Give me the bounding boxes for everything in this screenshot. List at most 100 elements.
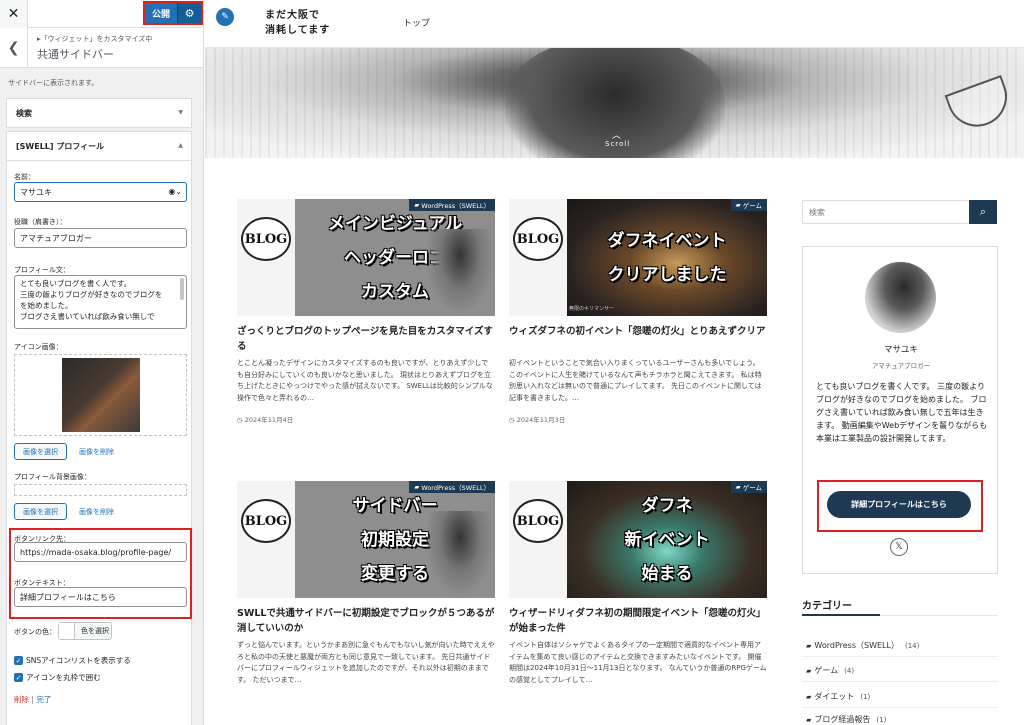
search-button[interactable]: ⌕: [969, 200, 997, 224]
divider: [802, 656, 998, 657]
thumb-character-image: [425, 229, 495, 316]
pencil-icon: ✎: [221, 12, 229, 22]
category-heading: カテゴリー: [802, 601, 852, 612]
folder-icon: ▰: [735, 201, 743, 209]
role-label: 役職（肩書き）：: [14, 218, 67, 226]
category-badge[interactable]: ▰ WordPress（SWELL）: [409, 481, 495, 493]
category-count: (1): [860, 693, 871, 701]
delete-bg-image-link[interactable]: 画像を削除: [79, 507, 114, 517]
thumb-logo-area: BLOG: [509, 199, 567, 316]
icon-image-label: アイコン画像：: [14, 343, 63, 351]
publish-highlight: 公開 ⚙: [143, 1, 203, 25]
category-badge-label: WordPress（SWELL）: [421, 202, 490, 210]
post-thumbnail[interactable]: BLOG ダフネ 新イベント 始まる ▰ ゲーム: [509, 481, 767, 598]
thumb-title: ダフネ 新イベント 始まる: [624, 495, 710, 584]
post-thumbnail[interactable]: BLOG メインビジュアル ヘッダーロゴ カスタム ▰ WordPress（SW…: [237, 199, 495, 316]
color-picker-button[interactable]: 色を選択: [58, 622, 112, 640]
bg-image-label: プロフィール背景画像：: [14, 473, 91, 481]
round-frame-checkbox[interactable]: ✓ アイコンを丸枠で囲む: [14, 672, 101, 683]
name-label: 名前：: [14, 173, 35, 181]
site-logo[interactable]: まだ大阪で 消耗してます: [265, 8, 330, 38]
button-color-label: ボタンの色：: [14, 628, 56, 636]
post-date-value: 2024年11月3日: [516, 416, 566, 424]
done-link[interactable]: 完了: [36, 695, 51, 704]
post-card[interactable]: BLOG ダフネ 新イベント 始まる ▰ ゲーム ウィザードリィダフネ初の期間限…: [509, 481, 767, 684]
color-select-label: 色を選択: [81, 627, 109, 635]
scroll-indicator[interactable]: Scroll: [605, 140, 630, 148]
role-field[interactable]: アマチュアブロガー: [14, 228, 187, 248]
back-button[interactable]: ❮: [0, 28, 28, 68]
publish-button[interactable]: 公開: [145, 3, 177, 23]
color-swatch: [59, 623, 75, 639]
close-customizer-button[interactable]: ✕: [0, 0, 28, 28]
highlight-box-profile-button: 詳細プロフィールはこちら: [817, 480, 983, 532]
widget-profile-header[interactable]: [SWELL] プロフィール ▲: [6, 131, 192, 161]
thumb-title: ダフネイベント クリアしました: [607, 230, 727, 285]
sidebar-description: サイドバーに表示されます。: [8, 79, 99, 87]
search-input[interactable]: 検索: [802, 200, 970, 224]
hero-lamp-image: [944, 75, 1016, 135]
bio-line: を始めました。: [20, 301, 73, 310]
thumb-character-image: [425, 511, 495, 598]
gear-icon: ⚙: [184, 6, 195, 20]
widget-search-header[interactable]: 検索 ▼: [6, 98, 192, 128]
thumb-title-area: ダフネ 新イベント 始まる: [567, 481, 767, 598]
category-badge[interactable]: ▰ ゲーム: [730, 481, 767, 493]
folder-icon: ▰: [806, 667, 812, 675]
x-social-icon[interactable]: 𝕏: [890, 538, 908, 556]
category-badge[interactable]: ▰ ゲーム: [730, 199, 767, 211]
post-card[interactable]: BLOG メインビジュアル ヘッダーロゴ カスタム ▰ WordPress（SW…: [237, 199, 495, 424]
clock-icon: ◷: [509, 416, 517, 424]
category-badge-label: ゲーム: [742, 202, 762, 210]
delete-widget-link[interactable]: 削除: [14, 695, 29, 704]
post-title[interactable]: ウィズダフネの初イベント「怨嗟の灯火」とりあえずクリア: [509, 324, 767, 339]
nav-top-link[interactable]: トップ: [403, 16, 430, 29]
post-title[interactable]: ウィザードリィダフネ初の期間限定イベント「怨嗟の灯火」が始まった件: [509, 606, 767, 636]
profile-name: マサユキ: [883, 345, 918, 355]
chevron-down-icon: ▼: [178, 109, 183, 116]
post-card[interactable]: BLOG ダフネイベント クリアしました 無限のキリマンサー ▰ ゲーム ウィズ…: [509, 199, 767, 424]
user-select-icon[interactable]: ◉⌄: [168, 187, 182, 196]
profile-detail-button[interactable]: 詳細プロフィールはこちら: [827, 491, 971, 518]
thumb-logo-area: BLOG: [237, 481, 295, 598]
divider: [802, 707, 998, 708]
role-value: アマチュアブロガー: [20, 233, 92, 243]
customizer-panel: ✕ 公開 ⚙ ❮ ▸「ウィジェット」をカスタマイズ中 共通サイドバー サイドバー…: [0, 0, 204, 725]
blog-logo: BLOG: [241, 217, 291, 261]
checkbox-checked-icon: ✓: [14, 656, 23, 665]
post-thumbnail[interactable]: BLOG ダフネイベント クリアしました 無限のキリマンサー ▰ ゲーム: [509, 199, 767, 316]
category-item[interactable]: ▰ ブログ経過報告 (1): [806, 714, 998, 725]
profile-role: アマチュアブロガー: [871, 362, 931, 370]
widget-search-title: 検索: [16, 108, 32, 118]
folder-icon: ▰: [414, 201, 422, 209]
checkbox-checked-icon: ✓: [14, 673, 23, 682]
divider: [802, 681, 998, 682]
sns-checkbox[interactable]: ✓ SNSアイコンリストを表示する: [14, 655, 131, 666]
thumb-caption: 無限のキリマンサー: [569, 306, 615, 312]
folder-icon: ▰: [806, 716, 812, 724]
category-badge[interactable]: ▰ WordPress（SWELL）: [409, 199, 495, 211]
bio-scrollbar[interactable]: [180, 278, 184, 300]
category-name: ブログ経過報告: [814, 715, 871, 724]
widget-footer-links: 削除 | 完了: [14, 694, 51, 705]
publish-settings-button[interactable]: ⚙: [177, 3, 201, 23]
name-field[interactable]: マサユキ ◉⌄: [14, 182, 187, 202]
category-item[interactable]: ▰ ダイエット (1): [806, 691, 998, 702]
category-item[interactable]: ▰ ゲーム (4): [806, 665, 998, 676]
post-date: ◷ 2024年11月4日: [237, 414, 293, 424]
thumb-logo-area: BLOG: [237, 199, 295, 316]
select-icon-image-button[interactable]: 画像を選択: [14, 443, 67, 460]
post-thumbnail[interactable]: BLOG サイドバー 初期設定 変更する ▰ WordPress（SWELL）: [237, 481, 495, 598]
post-card[interactable]: BLOG サイドバー 初期設定 変更する ▰ WordPress（SWELL） …: [237, 481, 495, 684]
delete-icon-image-link[interactable]: 画像を削除: [79, 447, 114, 457]
name-value: マサユキ: [20, 187, 52, 197]
highlight-box-button-settings: [9, 528, 192, 619]
edit-shortcut-button[interactable]: ✎: [216, 8, 234, 26]
post-title[interactable]: ざっくりとブログのトップページを見た目をカスタマイズする: [237, 324, 495, 354]
select-bg-image-button[interactable]: 画像を選択: [14, 503, 67, 520]
bio-textarea[interactable]: とても良いブログを書く人です。 三度の飯よりブログが好きなのでブログを を始めま…: [14, 275, 187, 329]
site-header: ✎ まだ大阪で 消耗してます トップ: [205, 0, 1024, 48]
post-title[interactable]: SWLLで共通サイドバーに初期設定でブロックが５つあるが消していいのか: [237, 606, 495, 636]
post-excerpt: 初イベントということで気合い入りまくっているユーザーさんも多いでしょう。 このイ…: [509, 359, 762, 402]
category-item[interactable]: ▰ WordPress（SWELL） (14): [806, 640, 998, 651]
